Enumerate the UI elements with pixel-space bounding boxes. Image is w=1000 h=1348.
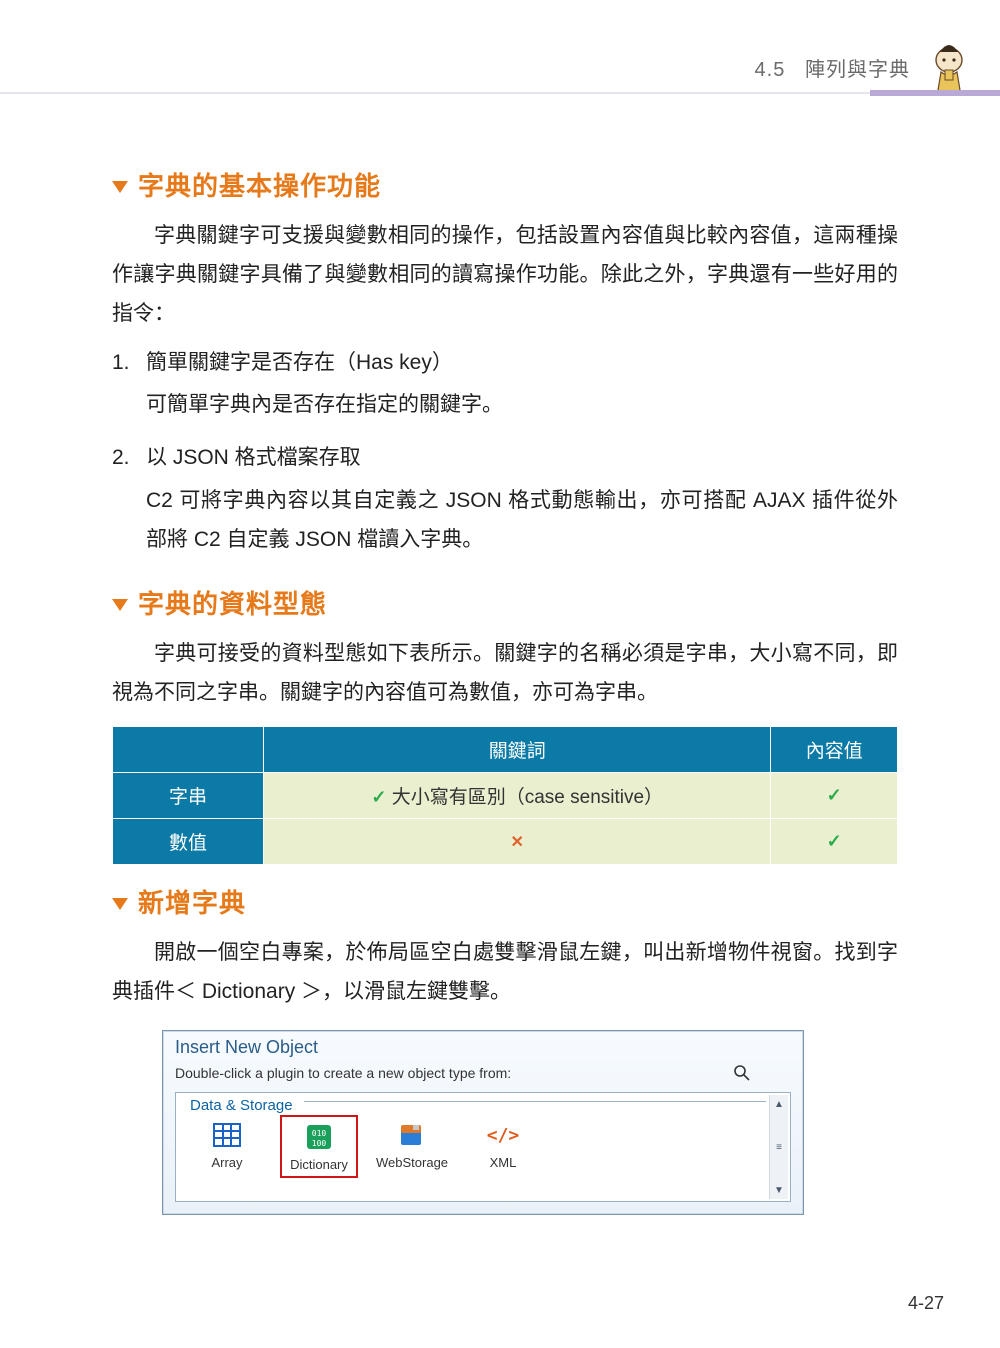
dialog-body: Data & Storage Array 010100 Dictionary — [175, 1092, 791, 1202]
list-item-title: 以 JSON 格式檔案存取 — [146, 439, 898, 478]
svg-text:010: 010 — [312, 1129, 327, 1138]
plugin-label: XML — [468, 1155, 538, 1170]
scroll-down-icon[interactable]: ▼ — [770, 1181, 788, 1199]
svg-text:100: 100 — [312, 1139, 327, 1148]
triangle-bullet-icon — [112, 599, 128, 611]
cell-number-key: ✕ — [264, 819, 771, 865]
page-content: 字典的基本操作功能 字典關鍵字可支援與變數相同的操作，包括設置內容值與比較內容值… — [112, 148, 898, 1215]
xml-icon: </> — [487, 1119, 519, 1151]
svg-text:</>: </> — [487, 1125, 519, 1146]
heading-basic-ops: 字典的基本操作功能 — [112, 166, 898, 203]
triangle-bullet-icon — [112, 898, 128, 910]
table-header-value: 內容值 — [771, 727, 898, 773]
section-label: 4.5 陣列與字典 — [755, 53, 910, 82]
cell-string-value: ✓ — [771, 773, 898, 819]
list-item-sub: 可簡單字典內是否存在指定的關鍵字。 — [146, 386, 898, 425]
heading-text: 新增字典 — [138, 888, 246, 918]
table-row: 數值 ✕ ✓ — [113, 819, 898, 865]
table-header-key: 關鍵詞 — [264, 727, 771, 773]
insert-new-object-dialog: Insert New Object Double-click a plugin … — [162, 1030, 804, 1215]
plugin-array[interactable]: Array — [192, 1119, 262, 1174]
dialog-subtitle-row: Double-click a plugin to create a new ob… — [163, 1060, 803, 1092]
plugin-webstorage[interactable]: WebStorage — [376, 1119, 446, 1174]
data-types-table: 關鍵詞 內容值 字串 ✓ 大小寫有區別（case sensitive） ✓ 數值… — [112, 726, 898, 865]
dialog-title: Insert New Object — [163, 1031, 803, 1060]
plugin-label: Array — [192, 1155, 262, 1170]
heading-data-types: 字典的資料型態 — [112, 584, 898, 621]
check-icon: ✓ — [371, 787, 386, 807]
list-item-sub: C2 可將字典內容以其自定義之 JSON 格式動態輸出，亦可搭配 AJAX 插件… — [146, 482, 898, 560]
paragraph: 字典關鍵字可支援與變數相同的操作，包括設置內容值與比較內容值，這兩種操作讓字典關… — [112, 217, 898, 334]
header-accent — [870, 90, 1000, 96]
dialog-subtitle: Double-click a plugin to create a new ob… — [175, 1065, 511, 1081]
group-divider — [304, 1101, 766, 1102]
plugin-items: Array 010100 Dictionary WebStorage — [186, 1119, 784, 1174]
row-label-string: 字串 — [113, 773, 264, 819]
paragraph: 開啟一個空白專案，於佈局區空白處雙擊滑鼠左鍵，叫出新增物件視窗。找到字典插件＜ … — [112, 934, 898, 1012]
scrollbar[interactable]: ▲ ≡ ▼ — [769, 1095, 788, 1199]
list-number: 1. — [112, 344, 146, 383]
list-number: 2. — [112, 439, 146, 478]
cell-string-key: ✓ 大小寫有區別（case sensitive） — [264, 773, 771, 819]
page-header: 4.5 陣列與字典 — [0, 44, 1000, 94]
section-number: 4.5 — [755, 59, 786, 81]
group-label: Data & Storage — [186, 1097, 297, 1114]
scroll-thumb-icon[interactable]: ≡ — [770, 1138, 788, 1156]
list-item-title: 簡單關鍵字是否存在（Has key） — [146, 344, 898, 383]
list-item: 2. 以 JSON 格式檔案存取 — [112, 439, 898, 478]
table-header-blank — [113, 727, 264, 773]
dictionary-icon: 010100 — [303, 1121, 335, 1153]
scroll-up-icon[interactable]: ▲ — [770, 1095, 788, 1113]
cross-icon: ✕ — [511, 834, 524, 851]
search-icon[interactable] — [733, 1064, 751, 1082]
list-item: 1. 簡單關鍵字是否存在（Has key） — [112, 344, 898, 383]
check-icon: ✓ — [827, 785, 842, 805]
page-number: 4-27 — [908, 1293, 944, 1314]
heading-add-dict: 新增字典 — [112, 883, 898, 920]
plugin-label: WebStorage — [376, 1155, 446, 1170]
section-title: 陣列與字典 — [805, 59, 910, 81]
plugin-xml[interactable]: </> XML — [468, 1119, 538, 1174]
table-row: 字串 ✓ 大小寫有區別（case sensitive） ✓ — [113, 773, 898, 819]
heading-text: 字典的資料型態 — [138, 589, 327, 619]
cell-number-value: ✓ — [771, 819, 898, 865]
heading-text: 字典的基本操作功能 — [138, 171, 381, 201]
paragraph: 字典可接受的資料型態如下表所示。關鍵字的名稱必須是字串，大小寫不同，即視為不同之… — [112, 635, 898, 713]
webstorage-icon — [395, 1119, 427, 1151]
cell-text: 大小寫有區別（case sensitive） — [392, 787, 663, 808]
plugin-label: Dictionary — [284, 1157, 354, 1172]
row-label-number: 數值 — [113, 819, 264, 865]
triangle-bullet-icon — [112, 181, 128, 193]
array-icon — [211, 1119, 243, 1151]
check-icon: ✓ — [827, 831, 842, 851]
ordered-list: 1. 簡單關鍵字是否存在（Has key） 可簡單字典內是否存在指定的關鍵字。 … — [112, 344, 898, 560]
plugin-dictionary[interactable]: 010100 Dictionary — [284, 1119, 354, 1174]
mascot-icon — [926, 42, 972, 94]
